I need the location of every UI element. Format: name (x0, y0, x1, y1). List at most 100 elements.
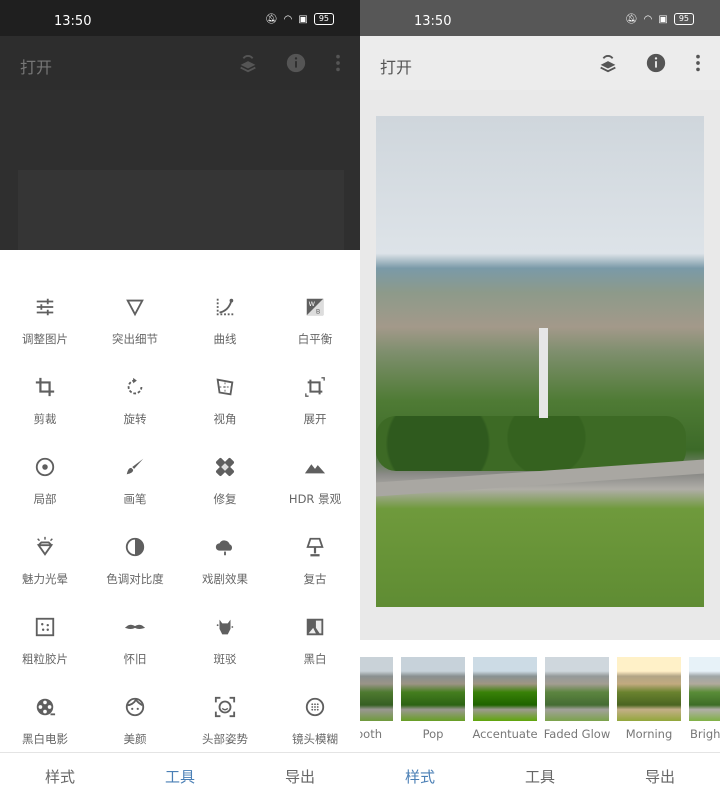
filter-label[interactable]: Morning (609, 727, 689, 741)
black-white-icon (306, 618, 324, 636)
tab-export[interactable]: 导出 (600, 753, 720, 800)
healing-icon (216, 458, 234, 476)
photo-trees (376, 416, 686, 471)
tab-export[interactable]: 导出 (240, 753, 360, 800)
tool-selective[interactable]: 局部 (0, 420, 90, 506)
more-icon[interactable] (687, 52, 709, 74)
tool-label: 镜头模糊 (292, 732, 338, 746)
battery-icon: 95 (673, 13, 694, 25)
tools-screen: 13:50 🔕︎ ◠ ▣ 95 打开 调整图片 突出细节 曲线 W B 白平衡 剪裁 旋转 视角 展开局… (0, 0, 360, 800)
tool-lens-blur[interactable]: 镜头模糊 (270, 660, 360, 746)
tool-cloud[interactable]: 戏剧效果 (180, 500, 270, 586)
status-bar: 13:50 🔕︎ ◠ ▣ 95 (360, 0, 720, 36)
bottom-nav: 样式 工具 导出 (0, 752, 360, 800)
tool-grain[interactable]: 粗粒胶片 (0, 580, 90, 666)
face-icon (125, 697, 145, 717)
mustache-icon (124, 624, 146, 629)
bottom-nav: 样式 工具 导出 (360, 752, 720, 800)
info-icon[interactable] (645, 52, 667, 74)
lens-blur-icon (305, 697, 325, 717)
styles-screen: 13:50 🔕︎ ◠ ▣ 95 打开 Smooth PopAccentuateFaded… (360, 0, 720, 800)
tool-black-white[interactable]: 黑白 (270, 580, 360, 666)
tool-label: 美颜 (123, 732, 147, 746)
filter-label[interactable]: Smooth (360, 727, 382, 741)
rotate-icon (127, 377, 143, 395)
curves-icon (216, 298, 234, 316)
filter-label[interactable]: Accentuate (465, 727, 545, 741)
tool-crop[interactable]: 剪裁 (0, 340, 90, 426)
filter-thumb-accentuate[interactable] (473, 657, 537, 721)
tools-sheet: 调整图片 突出细节 曲线 W B 白平衡剪裁 旋转 视角 展开局部 画笔 修复 HDR 景观魅力光晕色… (0, 250, 360, 752)
tool-face-pose[interactable]: 头部姿势 (180, 660, 270, 746)
tool-tune[interactable]: 调整图片 (0, 260, 90, 346)
tab-tools[interactable]: 工具 (480, 753, 600, 800)
layers-undo-icon[interactable] (237, 52, 259, 74)
tool-curves[interactable]: 曲线 (180, 260, 270, 346)
tool-grunge[interactable]: 斑驳 (180, 580, 270, 666)
battery-icon: 95 (313, 13, 334, 25)
info-icon[interactable] (285, 52, 307, 74)
filter-thumb-smooth[interactable] (360, 657, 393, 721)
photo-preview[interactable] (376, 116, 704, 607)
app-bar: 打开 (360, 36, 720, 90)
tool-label: 头部姿势 (202, 732, 248, 746)
filter-label[interactable]: Faded Glow (537, 727, 617, 741)
tune-icon (36, 298, 54, 316)
tool-film-reel[interactable]: 黑白电影 (0, 660, 90, 746)
photo-tower (539, 328, 548, 418)
tool-label: 黑白电影 (22, 732, 68, 746)
tool-brush[interactable]: 画笔 (90, 420, 180, 506)
brush-icon (126, 458, 144, 475)
status-time: 13:50 (54, 14, 92, 29)
mountains-icon (304, 464, 326, 474)
tool-diamond[interactable]: 魅力光晕 (0, 500, 90, 586)
open-button[interactable]: 打开 (20, 54, 52, 78)
tool-perspective[interactable]: 视角 (180, 340, 270, 426)
filter-strip: Smooth PopAccentuateFaded GlowMorningBrig… (360, 640, 720, 752)
cloud-icon (215, 540, 233, 556)
layers-undo-icon[interactable] (597, 52, 619, 74)
sim-icon: ▣ (658, 13, 668, 25)
tab-tools[interactable]: 工具 (120, 753, 240, 800)
tool-mustache[interactable]: 怀旧 (90, 580, 180, 666)
tool-contrast[interactable]: 色调对比度 (90, 500, 180, 586)
tab-styles[interactable]: 样式 (0, 753, 120, 800)
open-button[interactable]: 打开 (380, 54, 412, 78)
filter-label[interactable]: Bright (690, 727, 720, 741)
expand-icon (305, 377, 325, 397)
face-pose-icon (214, 696, 236, 718)
wifi-icon: ◠ (643, 13, 653, 25)
app-bar: 打开 (0, 36, 360, 90)
filter-thumb-bright[interactable] (689, 657, 720, 721)
filter-thumb-morning[interactable] (617, 657, 681, 721)
diamond-icon (36, 536, 54, 556)
tool-lamp[interactable]: 复古 (270, 500, 360, 586)
tool-healing[interactable]: 修复 (180, 420, 270, 506)
tab-styles[interactable]: 样式 (360, 753, 480, 800)
contrast-icon (125, 537, 145, 557)
svg-text:B: B (316, 307, 320, 315)
crop-icon (35, 377, 55, 397)
lamp-icon (306, 537, 324, 557)
tool-rotate[interactable]: 旋转 (90, 340, 180, 426)
tool-expand[interactable]: 展开 (270, 340, 360, 426)
wifi-icon: ◠ (283, 13, 293, 25)
tool-mountains[interactable]: HDR 景观 (270, 420, 360, 506)
mute-icon: 🔕︎ (624, 13, 638, 25)
tool-triangle[interactable]: 突出细节 (90, 260, 180, 346)
filter-thumb-faded-glow[interactable] (545, 657, 609, 721)
filter-thumb-pop[interactable] (401, 657, 465, 721)
selective-icon (35, 457, 55, 477)
status-bar: 13:50 🔕︎ ◠ ▣ 95 (0, 0, 360, 36)
more-icon[interactable] (327, 52, 349, 74)
mute-icon: 🔕︎ (264, 13, 278, 25)
grain-icon (35, 617, 55, 637)
dimmed-image (18, 170, 344, 260)
filter-label[interactable]: Pop (393, 727, 473, 741)
tool-face[interactable]: 美颜 (90, 660, 180, 746)
tool-white-balance[interactable]: W B 白平衡 (270, 260, 360, 346)
triangle-icon (126, 299, 144, 317)
grunge-icon (216, 619, 234, 635)
perspective-icon (216, 378, 234, 396)
svg-text:W: W (309, 300, 316, 308)
